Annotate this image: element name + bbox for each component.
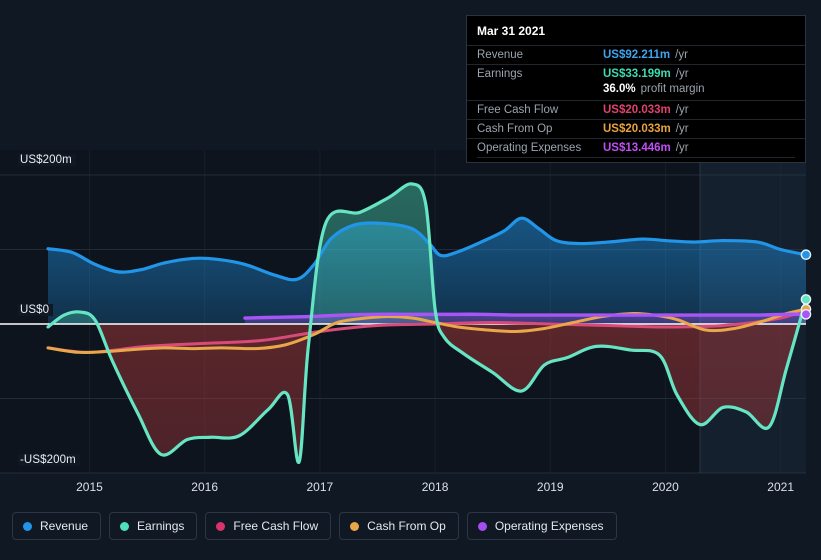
tooltip-bottom-divider — [477, 157, 795, 158]
legend-item-operating-expenses[interactable]: Operating Expenses — [466, 512, 617, 540]
chart-legend[interactable]: Revenue Earnings Free Cash Flow Cash From O… — [12, 512, 617, 540]
tooltip-row-value-group: US$20.033m/yr — [603, 123, 689, 135]
tooltip-row-label: Free Cash Flow — [477, 104, 559, 116]
x-axis-tick-2018: 2018 — [421, 480, 449, 494]
tooltip-row-value: US$20.033m — [603, 104, 671, 116]
x-axis-tick-2019: 2019 — [536, 480, 564, 494]
legend-color-dot-icon — [350, 521, 360, 531]
data-tooltip: Mar 31 2021 Revenue US$92.211m/yr Earnings… — [466, 15, 806, 163]
tooltip-row-label: Earnings — [477, 68, 523, 80]
tooltip-row-label: Revenue — [477, 49, 524, 61]
tooltip-row-unit: /yr — [675, 123, 689, 135]
tooltip-row-unit: /yr — [675, 104, 689, 116]
legend-item-label: Revenue — [40, 519, 89, 533]
tooltip-profit-margin-text: profit margin — [640, 83, 705, 95]
legend-item-label: Operating Expenses — [494, 519, 604, 533]
y-axis-label-zero: US$0 — [18, 304, 54, 316]
y-axis-label-top: US$200m — [18, 154, 76, 166]
legend-color-dot-icon — [120, 521, 130, 531]
tooltip-profit-margin-row: 36.0% profit margin — [467, 83, 805, 100]
x-axis-tick-2021: 2021 — [767, 480, 795, 494]
legend-item-cash-from-op[interactable]: Cash From Op — [339, 512, 459, 540]
x-axis-tick-2015: 2015 — [76, 480, 103, 494]
tooltip-row-value-group: US$20.033m/yr — [603, 104, 689, 116]
legend-item-label: Free Cash Flow — [233, 519, 319, 533]
tooltip-row-revenue: Revenue US$92.211m/yr — [467, 45, 805, 64]
tooltip-row-unit: /yr — [675, 68, 689, 80]
tooltip-row-unit: /yr — [675, 49, 688, 61]
tooltip-row-cash-from-op: Cash From Op US$20.033m/yr — [467, 119, 805, 138]
financial-chart-widget: US$200m US$0 -US$200m 2015 2016 2017 2018 20… — [0, 0, 821, 560]
tooltip-row-label: Cash From Op — [477, 123, 553, 135]
tooltip-row-operating-expenses: Operating Expenses US$13.446m/yr — [467, 138, 805, 157]
tooltip-row-free-cash-flow: Free Cash Flow US$20.033m/yr — [467, 100, 805, 119]
tooltip-rows: Revenue US$92.211m/yr Earnings US$33.199m/y… — [467, 45, 805, 158]
endpoint-marker-earnings — [800, 294, 812, 305]
legend-item-label: Earnings — [137, 519, 185, 533]
legend-color-dot-icon — [477, 521, 487, 531]
x-axis-tick-2017: 2017 — [306, 480, 334, 494]
tooltip-row-value: US$20.033m — [603, 123, 671, 135]
tooltip-profit-margin-value: 36.0% — [603, 83, 636, 95]
legend-item-label: Cash From Op — [367, 519, 446, 533]
endpoint-marker-revenue — [800, 249, 812, 261]
legend-item-revenue[interactable]: Revenue — [12, 512, 102, 540]
legend-item-earnings[interactable]: Earnings — [109, 512, 198, 540]
y-axis-label-bottom: -US$200m — [18, 454, 80, 466]
tooltip-row-value-group: US$13.446m/yr — [603, 142, 689, 154]
legend-color-dot-icon — [23, 521, 32, 531]
legend-item-free-cash-flow[interactable]: Free Cash Flow — [205, 512, 332, 540]
tooltip-row-value-group: US$33.199m/yr — [603, 68, 689, 80]
endpoint-marker-operating-expenses — [800, 309, 812, 320]
x-axis-tick-2020: 2020 — [652, 480, 679, 494]
tooltip-row-value: US$13.446m — [603, 142, 671, 154]
tooltip-row-value-group: US$92.211m/yr — [603, 49, 688, 61]
tooltip-row-unit: /yr — [675, 142, 689, 154]
tooltip-date: Mar 31 2021 — [477, 24, 546, 38]
tooltip-row-earnings: Earnings US$33.199m/yr — [467, 64, 805, 83]
legend-color-dot-icon — [216, 521, 226, 531]
x-axis-tick-2016: 2016 — [191, 480, 219, 494]
tooltip-row-label: Operating Expenses — [477, 142, 582, 154]
tooltip-row-value: US$92.211m — [603, 49, 671, 61]
tooltip-row-value: US$33.199m — [603, 68, 671, 80]
tooltip-profit-margin-group: 36.0% profit margin — [603, 83, 705, 95]
